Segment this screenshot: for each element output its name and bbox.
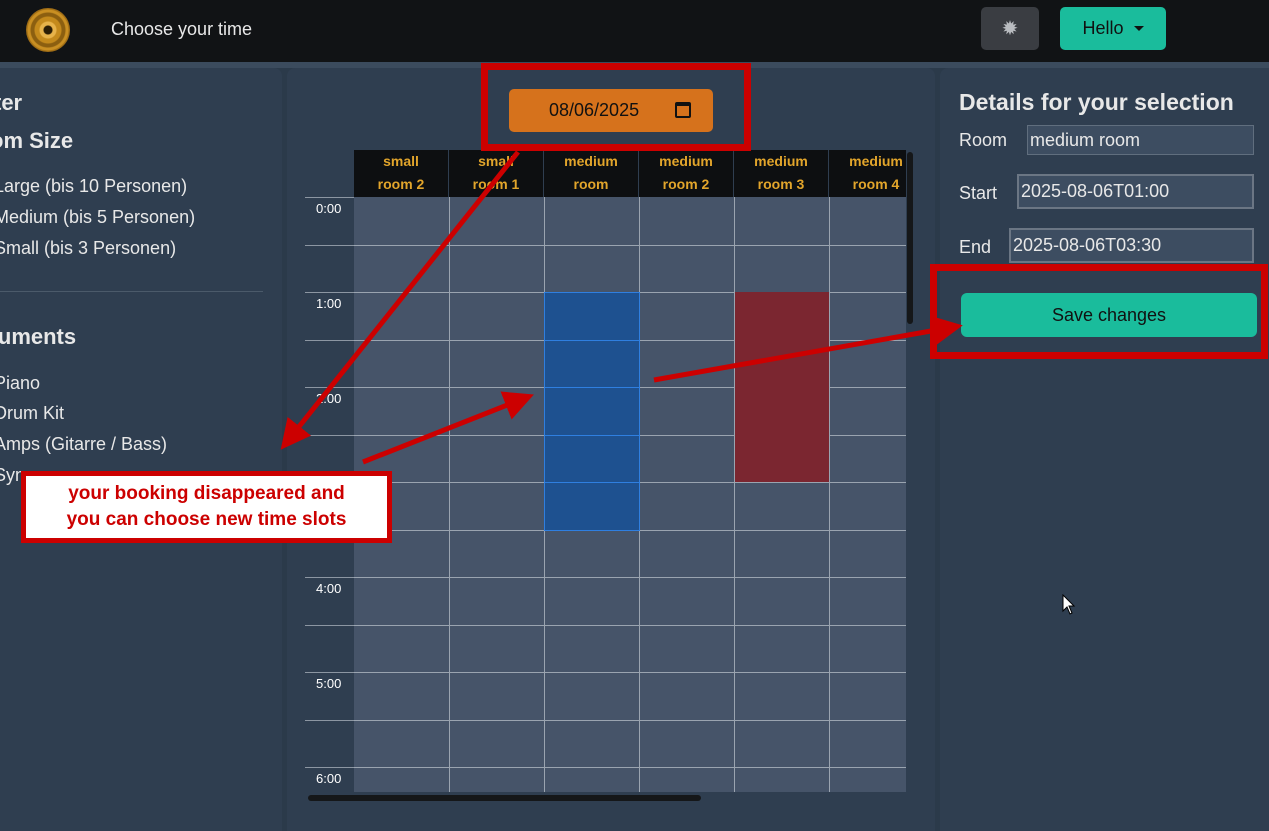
annotation-arrow-to-slots bbox=[362, 391, 534, 465]
annotation-arrows bbox=[280, 150, 963, 465]
annotation-arrow-to-save bbox=[653, 315, 963, 383]
annotation-callout: your booking disappeared and you can cho… bbox=[21, 471, 392, 543]
annotation-line-1: your booking disappeared and bbox=[68, 483, 345, 504]
annotation-arrow-to-filter bbox=[280, 150, 520, 450]
mouse-cursor-icon bbox=[1062, 594, 1076, 615]
annotation-line-2: you can choose new time slots bbox=[66, 509, 347, 530]
